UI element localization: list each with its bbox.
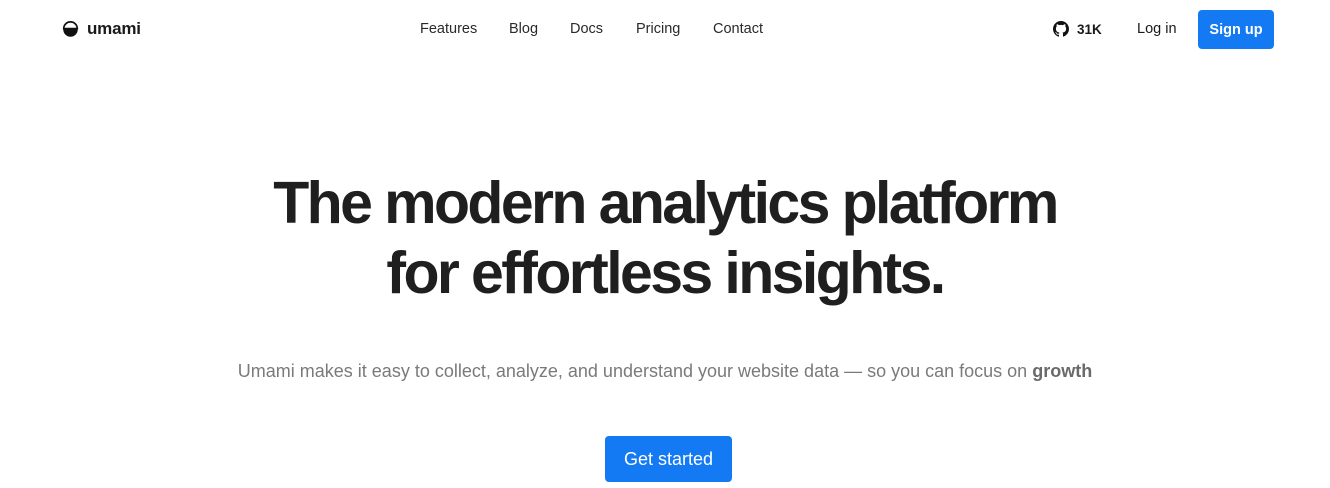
site-header: umami Features Blog Docs Pricing Contact…: [0, 0, 1330, 60]
github-icon: [1053, 21, 1069, 37]
github-stars-link[interactable]: 31K: [1053, 21, 1102, 37]
nav-link-blog[interactable]: Blog: [509, 21, 538, 37]
nav-link-pricing[interactable]: Pricing: [636, 21, 680, 37]
hero-subtitle-emphasis: growth: [1032, 361, 1093, 381]
hero-subtitle: Umami makes it easy to collect, analyze,…: [0, 361, 1330, 382]
hero-subtitle-text: Umami makes it easy to collect, analyze,…: [237, 361, 1033, 381]
nav-link-contact[interactable]: Contact: [713, 21, 763, 37]
login-link[interactable]: Log in: [1137, 21, 1177, 37]
hero-title-line-1: The modern analytics platform: [273, 170, 1059, 236]
github-star-count: 31K: [1077, 21, 1102, 37]
nav-link-features[interactable]: Features: [420, 21, 477, 37]
nav-link-docs[interactable]: Docs: [570, 21, 603, 37]
signup-button[interactable]: Sign up: [1198, 10, 1274, 49]
get-started-button[interactable]: Get started: [605, 436, 732, 482]
main-nav: Features Blog Docs Pricing Contact: [0, 21, 1330, 41]
hero-title: The modern analytics platform for effort…: [0, 168, 1330, 308]
hero-title-line-2: for effortless insights.: [386, 240, 946, 306]
